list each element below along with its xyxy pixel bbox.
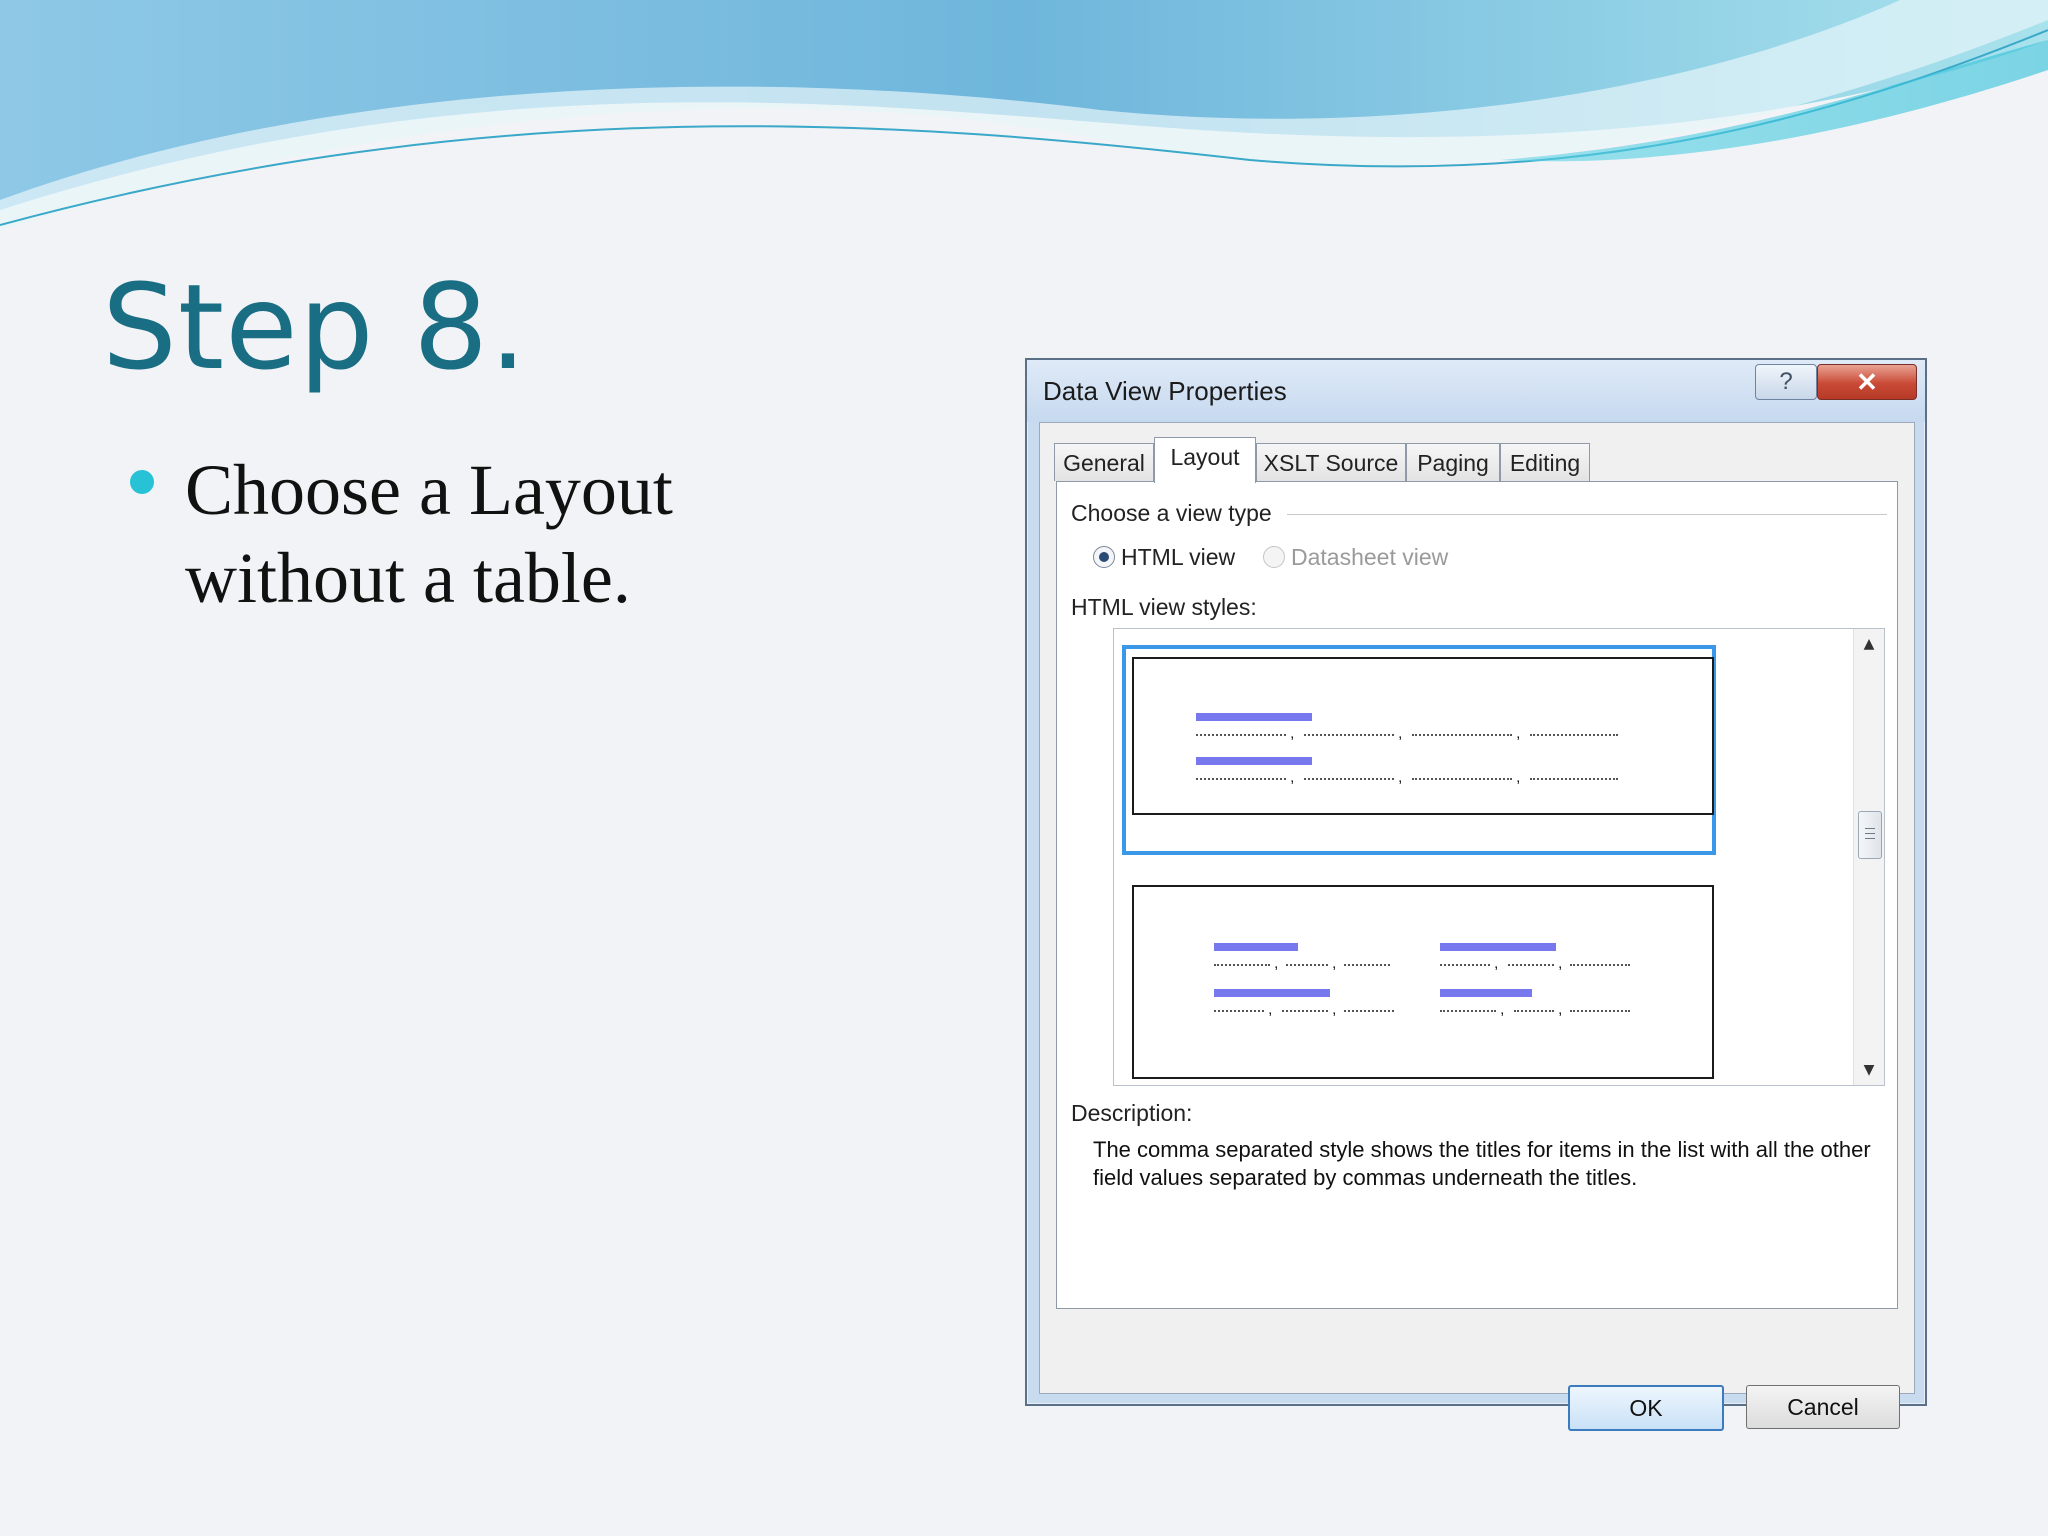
- styles-list-scrollbar[interactable]: ▲ ▼: [1853, 629, 1884, 1085]
- preview-comma: ,: [1332, 955, 1337, 972]
- preview-field-line: [1412, 775, 1512, 780]
- preview-field-line: [1304, 731, 1394, 736]
- preview-title-line: [1214, 943, 1298, 951]
- preview-field-line: [1440, 961, 1490, 966]
- preview-comma: ,: [1516, 769, 1521, 786]
- preview-field-line: [1196, 775, 1286, 780]
- preview-field-line: [1530, 775, 1618, 780]
- view-type-label: Choose a view type: [1071, 500, 1272, 526]
- group-divider: [1287, 514, 1887, 515]
- scroll-thumb-grip-icon: [1865, 838, 1875, 839]
- dialog-body: General Layout XSLT Source Paging Editin…: [1039, 422, 1915, 1431]
- preview-field-line: [1412, 731, 1512, 736]
- slide-title: Step 8.: [102, 258, 528, 396]
- radio-html-view-label[interactable]: HTML view: [1121, 544, 1235, 571]
- preview-comma: ,: [1398, 769, 1403, 786]
- preview-title-line: [1196, 757, 1312, 765]
- preview-field-line: [1508, 961, 1554, 966]
- scroll-thumb-grip-icon: [1865, 828, 1875, 829]
- preview-field-line: [1286, 961, 1328, 966]
- preview-comma: ,: [1268, 1001, 1273, 1018]
- tab-editing[interactable]: Editing: [1500, 443, 1590, 481]
- bullet-text: Choose a Layout without a table.: [185, 450, 673, 618]
- preview-comma: ,: [1558, 955, 1563, 972]
- preview-field-line: [1570, 961, 1630, 966]
- preview-field-line: [1530, 731, 1618, 736]
- radio-selected-icon: [1099, 552, 1109, 562]
- preview-comma: ,: [1274, 955, 1279, 972]
- preview-comma: ,: [1494, 955, 1499, 972]
- tab-paging[interactable]: Paging: [1406, 443, 1500, 481]
- header-wave: [0, 0, 2048, 230]
- tab-general[interactable]: General: [1054, 443, 1154, 481]
- style-option-comma-separated[interactable]: , , , , , ,: [1132, 657, 1714, 815]
- tab-layout[interactable]: Layout: [1154, 437, 1256, 483]
- preview-field-line: [1214, 961, 1270, 966]
- preview-field-line: [1440, 1007, 1496, 1012]
- scroll-thumb[interactable]: [1858, 811, 1882, 859]
- scroll-thumb-grip-icon: [1865, 833, 1875, 834]
- ok-button[interactable]: OK: [1568, 1385, 1724, 1431]
- radio-datasheet-view-label: Datasheet view: [1291, 544, 1449, 570]
- html-view-styles-label: HTML view styles:: [1071, 594, 1257, 620]
- scroll-down-icon[interactable]: ▼: [1854, 1055, 1884, 1085]
- layout-tab-panel: Choose a view type HTML view Datasheet v…: [1056, 481, 1898, 1309]
- preview-comma: ,: [1500, 1001, 1505, 1018]
- preview-comma: ,: [1332, 1001, 1337, 1018]
- style-option-two-column[interactable]: , , , , , , , ,: [1132, 885, 1714, 1079]
- preview-comma: ,: [1290, 769, 1295, 786]
- preview-field-line: [1196, 731, 1286, 736]
- preview-field-line: [1570, 1007, 1630, 1012]
- description-text: The comma separated style shows the titl…: [1093, 1137, 1871, 1190]
- preview-comma: ,: [1516, 725, 1521, 742]
- html-view-styles-list[interactable]: , , , , , , , , , , , , , , ▲ ▼: [1113, 628, 1885, 1086]
- dialog-title: Data View Properties: [1043, 376, 1287, 406]
- preview-field-line: [1344, 1007, 1394, 1012]
- close-button[interactable]: ✕: [1817, 364, 1917, 400]
- dialog-titlebar[interactable]: Data View Properties ? ✕: [1027, 360, 1925, 422]
- scroll-up-icon[interactable]: ▲: [1854, 629, 1884, 659]
- preview-title-line: [1440, 943, 1556, 951]
- preview-field-line: [1282, 1007, 1328, 1012]
- preview-title-line: [1440, 989, 1532, 997]
- data-view-properties-dialog: Data View Properties ? ✕ General Layout …: [1025, 358, 1927, 1431]
- preview-field-line: [1214, 1007, 1264, 1012]
- radio-datasheet-view: [1263, 546, 1285, 568]
- preview-comma: ,: [1558, 1001, 1563, 1018]
- help-button[interactable]: ?: [1755, 364, 1817, 400]
- preview-title-line: [1214, 989, 1330, 997]
- description-label: Description:: [1071, 1100, 1193, 1126]
- question-icon: ?: [1779, 368, 1793, 395]
- preview-title-line: [1196, 713, 1312, 721]
- radio-html-view[interactable]: [1093, 546, 1115, 568]
- bullet-dot: [130, 470, 154, 494]
- preview-comma: ,: [1290, 725, 1295, 742]
- preview-comma: ,: [1398, 725, 1403, 742]
- preview-field-line: [1344, 961, 1390, 966]
- preview-field-line: [1514, 1007, 1554, 1012]
- cancel-button[interactable]: Cancel: [1746, 1385, 1900, 1429]
- preview-field-line: [1304, 775, 1394, 780]
- close-icon: ✕: [1856, 367, 1878, 397]
- tab-xslt-source[interactable]: XSLT Source: [1256, 443, 1406, 481]
